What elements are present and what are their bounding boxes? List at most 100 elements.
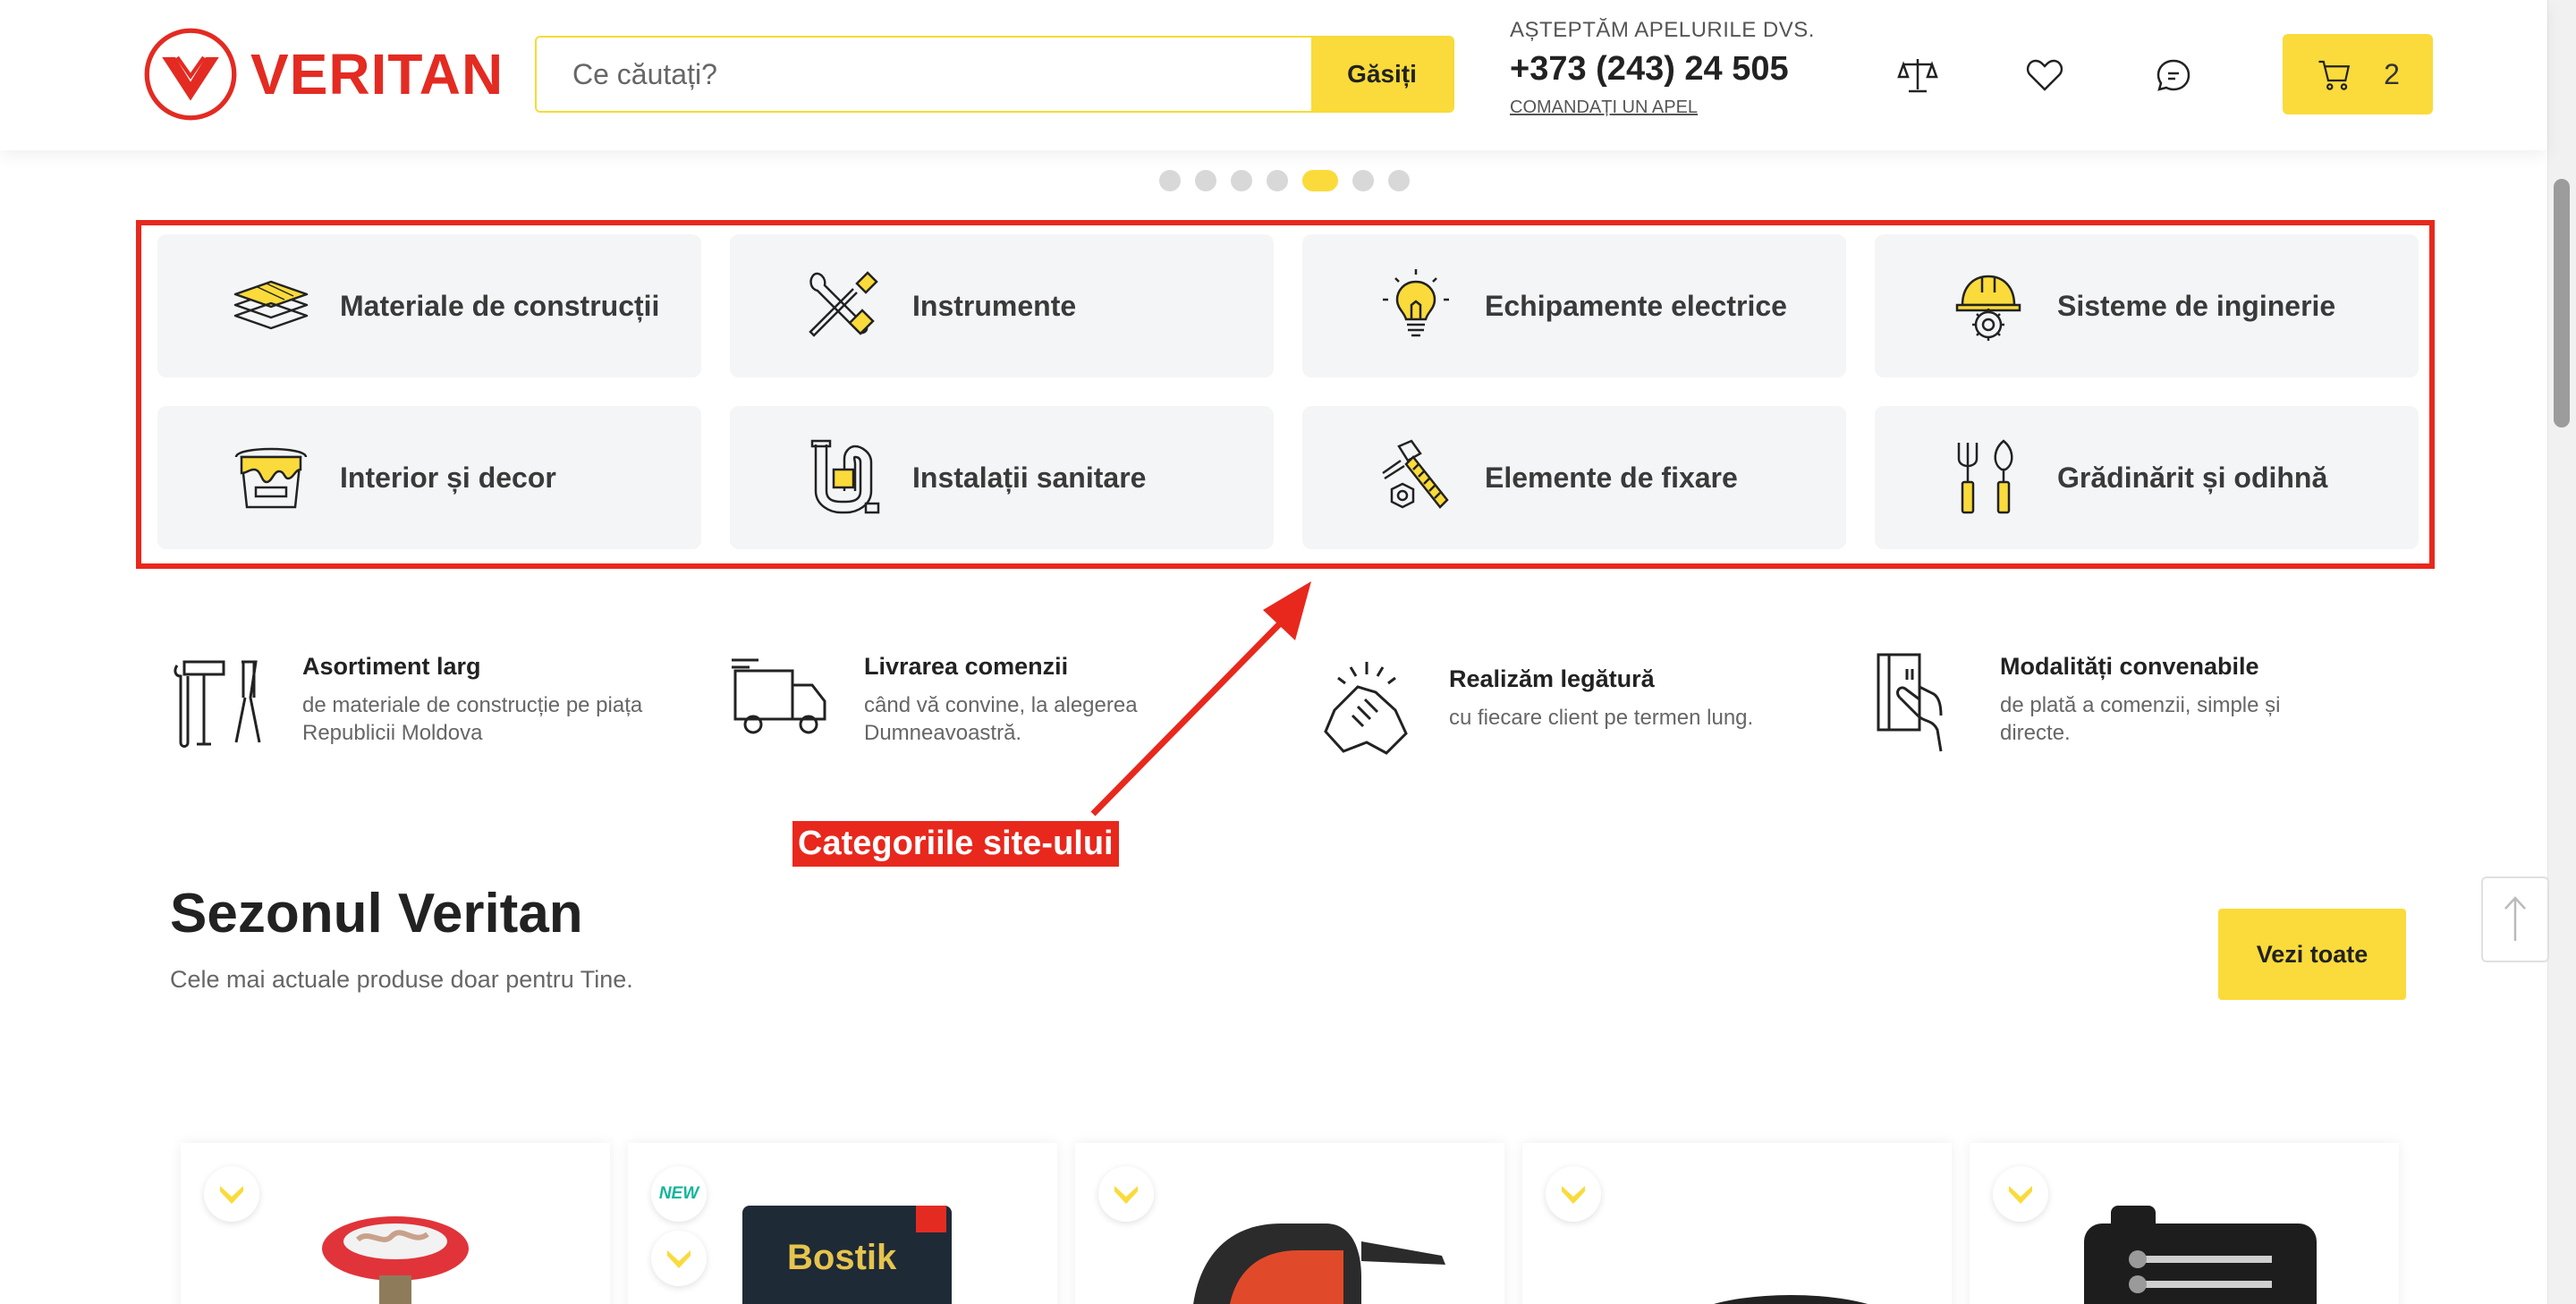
new-badge-text: NEW [658,1184,699,1203]
product-badge [204,1166,259,1222]
category-fasteners[interactable]: Elemente de fixare [1302,406,1846,549]
veritan-logo-icon [144,28,237,121]
bolt-nut-icon [1382,439,1449,509]
category-engineering[interactable]: Sisteme de inginerie [1875,234,2419,377]
product-badge [1993,1166,2048,1222]
logo-text: VERITAN [250,42,504,106]
phone-number[interactable]: +373 (243) 24 505 [1510,50,1815,89]
feature-desc-line: când vă convine, la alegerea [864,693,1138,717]
scale-icon[interactable] [1896,54,1939,97]
category-label: Elemente de fixare [1485,461,1738,494]
chat-icon[interactable] [2152,54,2195,97]
product-badge [1546,1166,1601,1222]
search-button[interactable]: Găsiți [1311,38,1453,111]
call-caption: AȘTEPTĂM APELURILE DVS. [1510,18,1815,42]
layers-icon [233,280,309,330]
feature-desc-line: de materiale de construcție pe piața [302,693,643,717]
garden-tools-icon [1957,439,2013,514]
category-plumbing[interactable]: Instalații sanitare [730,406,1274,549]
section-subtitle: Cele mai actuale produse doar pentru Tin… [170,966,633,993]
feature-payment: Modalități convenabile de plată a comenz… [1868,644,2280,753]
chevron-down-icon [667,1250,691,1268]
feature-desc: de materiale de construcție pe piața Rep… [302,691,642,747]
category-label: Interior și decor [340,461,556,494]
product-card[interactable]: NEW Bostik [628,1143,1057,1304]
search-bar: Găsiți [535,36,1454,113]
scrollbar[interactable] [2547,0,2576,1304]
request-call-link[interactable]: COMANDAȚI UN APEL [1510,97,1698,118]
tools-icon [809,271,878,337]
product-card[interactable] [1522,1143,1952,1304]
bostik-package-image: Bostik [742,1206,952,1304]
category-label: Instalații sanitare [912,461,1147,494]
product-badge [1098,1166,1154,1222]
feature-title: Modalități convenabile [2000,653,2259,680]
cart-button[interactable]: 2 [2283,34,2433,114]
arrow-up-icon [2504,896,2526,941]
feature-desc: când vă convine, la alegerea Dumneavoast… [864,691,1138,747]
product-card[interactable] [1970,1143,2399,1304]
feature-relationship: Realizăm legătură cu fiecare client pe t… [1317,656,1753,766]
product-card[interactable] [181,1143,610,1304]
feature-desc: cu fiecare client pe termen lung. [1449,704,1753,732]
truck-icon [732,658,826,734]
carousel-dot[interactable] [1159,170,1181,191]
carousel-dot[interactable] [1388,170,1410,191]
call-box: AȘTEPTĂM APELURILE DVS. +373 (243) 24 50… [1510,18,1815,118]
feature-desc-line: cu fiecare client pe termen lung. [1449,706,1754,730]
pipe-icon [810,439,880,514]
category-label: Sisteme de inginerie [2057,289,2336,322]
feature-delivery: Livrarea comenzii când vă convine, la al… [732,644,1138,753]
chevron-down-icon [1562,1186,1585,1204]
paint-bucket-icon [234,447,308,509]
feature-desc: de plată a comenzii, simple și directe. [2000,691,2280,747]
category-electrical[interactable]: Echipamente electrice [1302,234,1846,377]
socket-set-image [2084,1206,2317,1304]
feature-title: Asortiment larg [302,653,481,680]
carousel-dot[interactable] [1267,170,1288,191]
category-label: Materiale de construcții [340,289,660,322]
chevron-down-icon [1114,1186,1138,1204]
chevron-down-icon [220,1186,243,1204]
product-card[interactable] [1075,1143,1504,1304]
site-header: VERITAN Găsiți AȘTEPTĂM APELURILE DVS. +… [0,0,2547,150]
circular-saw-image [1193,1224,1445,1304]
category-grid: Materiale de construcții Instrumente Ech… [157,234,2420,549]
feature-desc-line: directe. [2000,721,2071,745]
carousel-dot[interactable] [1195,170,1216,191]
see-all-button[interactable]: Vezi toate [2218,909,2406,1000]
feature-title: Realizăm legătură [1449,665,1655,692]
category-label: Grădinărit și odihnă [2057,461,2328,494]
carousel-dot[interactable] [1231,170,1252,191]
feature-desc-line: Dumneavoastră. [864,721,1022,745]
category-tools[interactable]: Instrumente [730,234,1274,377]
card-hand-icon [1877,653,1943,752]
helmet-gear-icon [1955,275,2021,341]
carousel-dot-active[interactable] [1302,170,1338,191]
scrollbar-thumb[interactable] [2554,179,2570,428]
product-badge-new: NEW [651,1166,707,1222]
logo[interactable]: VERITAN [143,27,504,122]
search-input[interactable] [537,38,1311,111]
hammer-wrench-icon [174,660,261,748]
handshake-icon [1324,662,1408,755]
section-title: Sezonul Veritan [170,883,583,944]
valve-image [322,1216,469,1304]
category-interior[interactable]: Interior și decor [157,406,701,549]
feature-assortment: Asortiment larg de materiale de construc… [170,644,642,753]
chevron-down-icon [2009,1186,2032,1204]
category-label: Instrumente [912,289,1077,322]
category-label: Echipamente electrice [1485,289,1787,322]
category-materials[interactable]: Materiale de construcții [157,234,701,377]
product-badge [651,1231,707,1286]
cart-count: 2 [2384,57,2400,90]
category-garden[interactable]: Grădinărit și odihnă [1875,406,2419,549]
feature-desc-line: de plată a comenzii, simple și [2000,693,2281,717]
heart-icon[interactable] [2023,54,2066,97]
carousel-dot[interactable] [1352,170,1374,191]
back-to-top-button[interactable] [2481,876,2549,962]
carousel-dots [1159,170,1410,191]
feature-desc-line: Republicii Moldova [302,721,483,745]
cable-image [1714,1295,1868,1304]
feature-title: Livrarea comenzii [864,653,1069,680]
